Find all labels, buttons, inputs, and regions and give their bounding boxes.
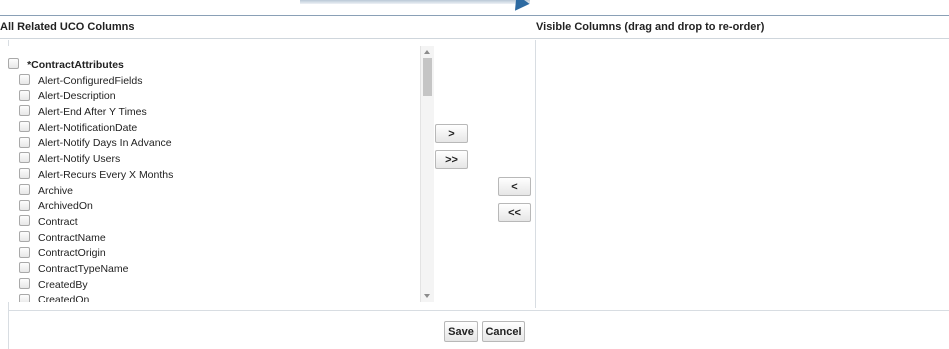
column-checkbox[interactable] (19, 121, 30, 133)
column-checkbox[interactable] (19, 262, 30, 274)
column-item[interactable]: Alert-Notify Users (8, 152, 173, 168)
column-item[interactable]: Contract (8, 215, 173, 231)
group-checkbox[interactable] (8, 58, 19, 70)
column-label: ContractTypeName (38, 262, 129, 275)
popup-edge (300, 0, 530, 4)
column-item[interactable]: CreatedBy (8, 277, 173, 294)
column-checkbox[interactable] (19, 215, 30, 227)
column-checkbox[interactable] (19, 89, 30, 101)
column-checkbox[interactable] (19, 105, 30, 117)
column-checkbox[interactable] (19, 246, 30, 258)
column-label: ArchivedOn (38, 200, 93, 213)
column-label: Alert-End After Y Times (38, 106, 147, 119)
group-label: *ContractAttributes (27, 59, 124, 71)
column-checkbox[interactable] (19, 152, 30, 164)
column-list: *ContractAttributes Alert-ConfiguredFiel… (8, 58, 173, 302)
column-item[interactable]: CreatedOn (8, 293, 173, 302)
visible-columns-list[interactable] (537, 40, 949, 308)
column-checkbox[interactable] (19, 199, 30, 211)
column-label: Alert-ConfiguredFields (38, 74, 143, 87)
column-item[interactable]: ArchivedOn (8, 199, 173, 215)
header-divider (0, 38, 949, 39)
top-strip (0, 0, 949, 16)
column-label: ContractName (38, 231, 106, 244)
column-item[interactable]: Archive (8, 183, 173, 200)
save-button[interactable]: Save (444, 321, 478, 342)
available-columns-list[interactable]: *ContractAttributes Alert-ConfiguredFiel… (8, 46, 434, 302)
column-label: Alert-Notify Days In Advance (38, 137, 172, 150)
column-checkbox[interactable] (19, 183, 30, 195)
column-checkbox[interactable] (19, 168, 30, 180)
column-checkbox[interactable] (19, 230, 30, 242)
visible-columns-header: Visible Columns (drag and drop to re-ord… (536, 21, 765, 33)
column-label: Alert-NotificationDate (38, 121, 138, 134)
column-label: Archive (38, 184, 74, 197)
column-item[interactable]: Alert-NotificationDate (8, 121, 173, 137)
column-label: Alert-Recurs Every X Months (38, 168, 174, 181)
column-item[interactable]: ContractOrigin (8, 246, 173, 262)
panel-divider (535, 40, 536, 308)
column-label: Alert-Notify Users (38, 153, 121, 166)
column-item[interactable]: ContractTypeName (8, 262, 173, 278)
pointer-arrow-icon (508, 0, 530, 16)
column-label: Alert-Description (38, 90, 116, 103)
scroll-down-icon[interactable] (424, 294, 430, 298)
add-all-button[interactable]: >> (435, 150, 468, 169)
top-divider (0, 15, 949, 16)
remove-all-button[interactable]: << (498, 203, 531, 222)
column-item[interactable]: Alert-Notify Days In Advance (8, 136, 173, 152)
remove-selected-button[interactable]: < (498, 177, 531, 196)
column-label: CreatedOn (38, 294, 90, 302)
group-contract-attributes[interactable]: *ContractAttributes (8, 58, 173, 74)
scroll-up-icon[interactable] (424, 50, 430, 54)
column-label: Contract (38, 215, 78, 228)
column-checkbox[interactable] (19, 136, 30, 148)
column-item[interactable]: Alert-Recurs Every X Months (8, 168, 173, 184)
available-columns-header: All Related UCO Columns (0, 21, 135, 33)
column-checkbox[interactable] (19, 277, 30, 289)
list-scrollbar[interactable] (420, 46, 434, 302)
column-label: CreatedBy (38, 278, 88, 291)
scroll-thumb[interactable] (423, 58, 432, 96)
footer-divider (8, 310, 949, 311)
cancel-button[interactable]: Cancel (482, 321, 525, 342)
column-checkbox[interactable] (19, 74, 30, 86)
column-label: ContractOrigin (38, 247, 106, 260)
column-item[interactable]: ContractName (8, 230, 173, 247)
column-item[interactable]: Alert-End After Y Times (8, 105, 173, 121)
column-checkbox[interactable] (19, 293, 30, 302)
column-item[interactable]: Alert-ConfiguredFields (8, 74, 173, 90)
add-selected-button[interactable]: > (435, 124, 468, 143)
column-item[interactable]: Alert-Description (8, 89, 173, 105)
